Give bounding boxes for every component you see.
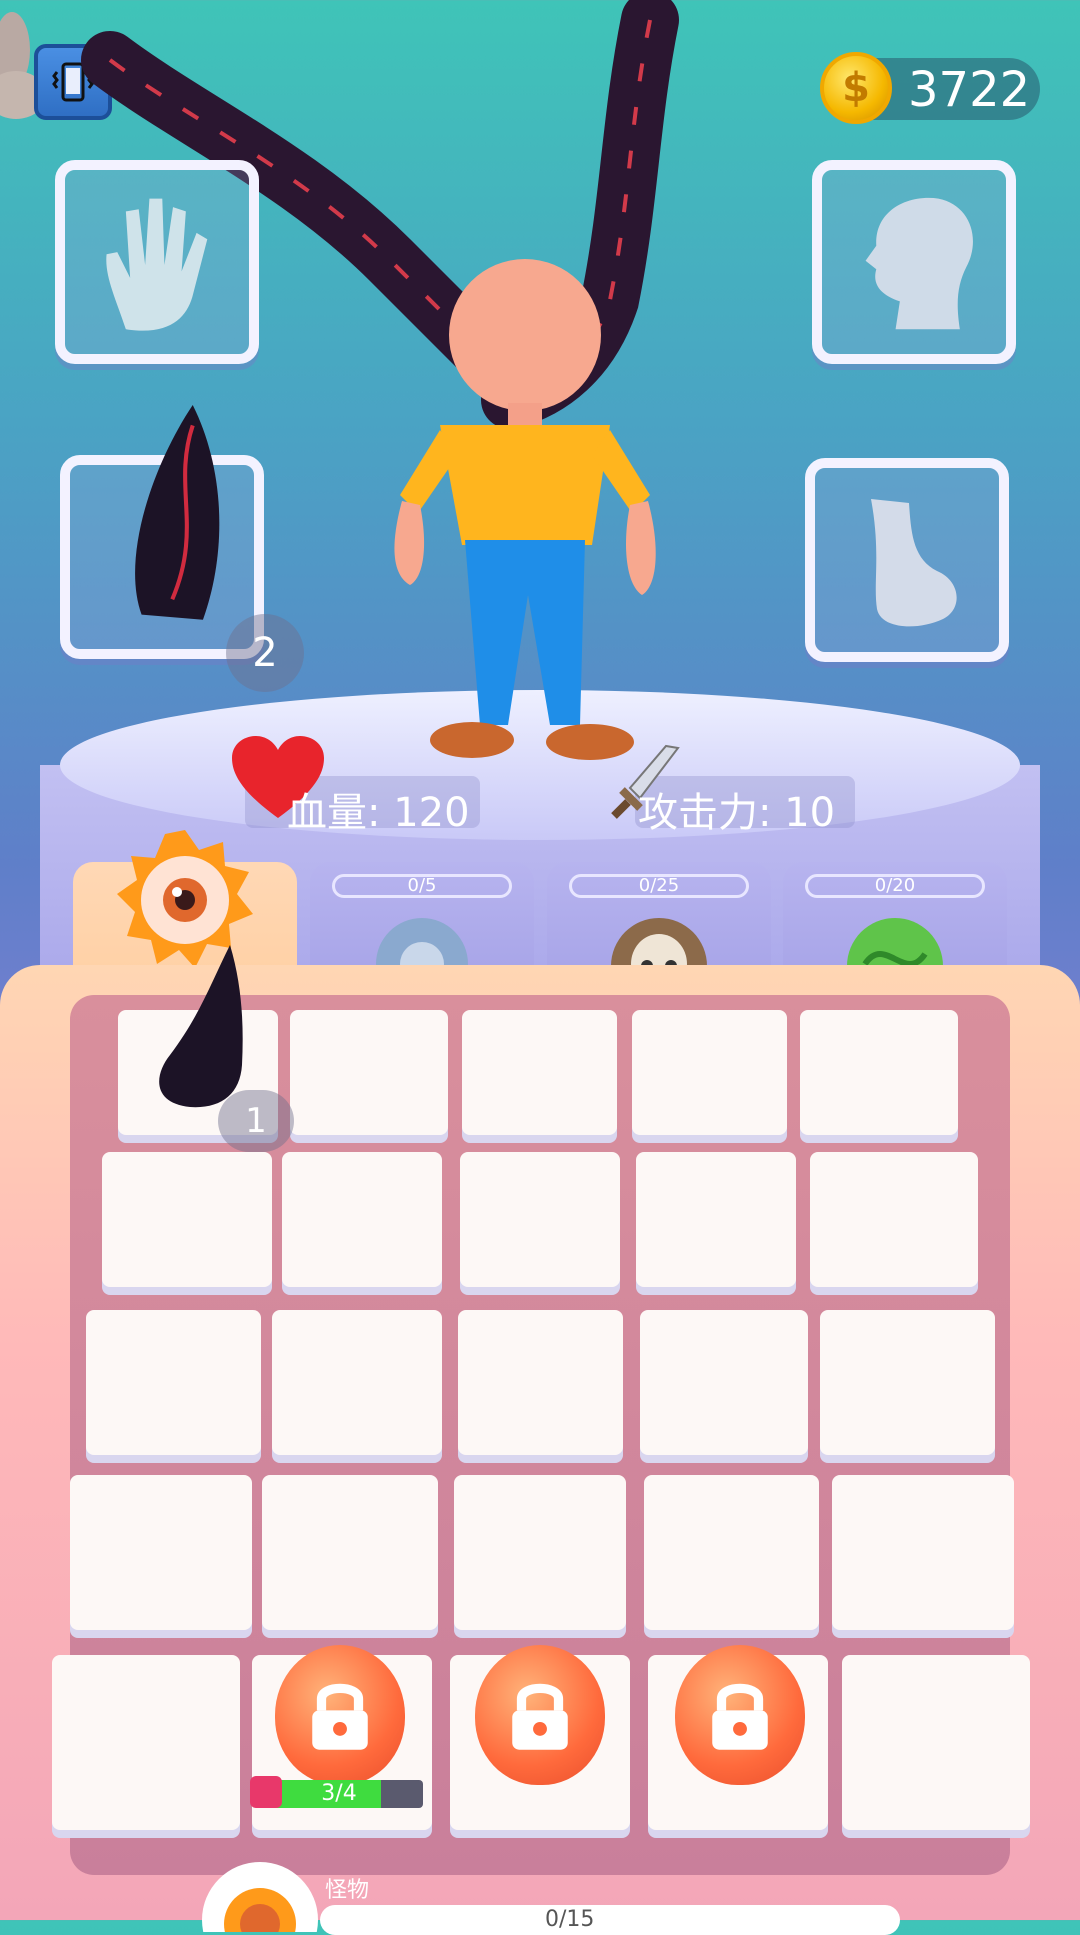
lock-icon [675, 1645, 805, 1785]
grid-cell[interactable] [454, 1475, 626, 1630]
grid-cell[interactable] [102, 1152, 272, 1287]
slot-hand[interactable] [55, 160, 259, 364]
attack-stat: 攻击力: 10 [638, 790, 836, 836]
hp-stat: 血量: 120 [287, 790, 470, 836]
slot-head[interactable] [812, 160, 1016, 364]
grid-cell[interactable] [644, 1475, 819, 1630]
unlock-progress-text: 3/4 [321, 1781, 357, 1806]
horn-piece-count: 1 [218, 1090, 294, 1152]
grid-cell[interactable] [632, 1010, 787, 1135]
grid-cell[interactable] [810, 1152, 978, 1287]
tab-undead-progress: 0/25 [569, 874, 749, 898]
grid-cell[interactable] [800, 1010, 958, 1135]
grid-cell[interactable] [842, 1655, 1030, 1830]
grid-cell[interactable] [52, 1655, 240, 1830]
bottom-progress-bar: 0/15 [320, 1905, 900, 1935]
lock-icon [475, 1645, 605, 1785]
lock-icon [275, 1645, 405, 1785]
grid-cell[interactable] [272, 1310, 442, 1455]
horn-piece[interactable] [150, 945, 250, 1115]
head-icon [865, 197, 973, 330]
grid-cell[interactable] [460, 1152, 620, 1287]
tab-plant-progress: 0/20 [805, 874, 985, 898]
grid-cell[interactable] [282, 1152, 442, 1287]
grid-cell[interactable] [636, 1152, 796, 1287]
slot-foot[interactable] [805, 458, 1009, 662]
grid-cell[interactable] [262, 1475, 438, 1630]
grid-cell[interactable] [640, 1310, 808, 1455]
hand-icon [106, 198, 208, 331]
coin-value: 3722 [908, 62, 1031, 118]
character [394, 259, 656, 760]
coin-icon: $ [820, 52, 892, 124]
grid-cell[interactable] [86, 1310, 261, 1455]
horn-slot-count: 2 [226, 614, 304, 692]
foot-icon [871, 499, 957, 627]
grid-cell[interactable] [462, 1010, 617, 1135]
bottom-category-label: 怪物 [325, 1878, 370, 1903]
grid-cell[interactable] [832, 1475, 1014, 1630]
monster-eye-icon [202, 1862, 318, 1932]
tab-mechanic-progress: 0/5 [332, 874, 512, 898]
grid-cell[interactable] [290, 1010, 448, 1135]
grid-cell[interactable] [70, 1475, 252, 1630]
grid-cell[interactable] [820, 1310, 995, 1455]
horn-icon [135, 405, 220, 620]
grid-cell[interactable] [458, 1310, 623, 1455]
